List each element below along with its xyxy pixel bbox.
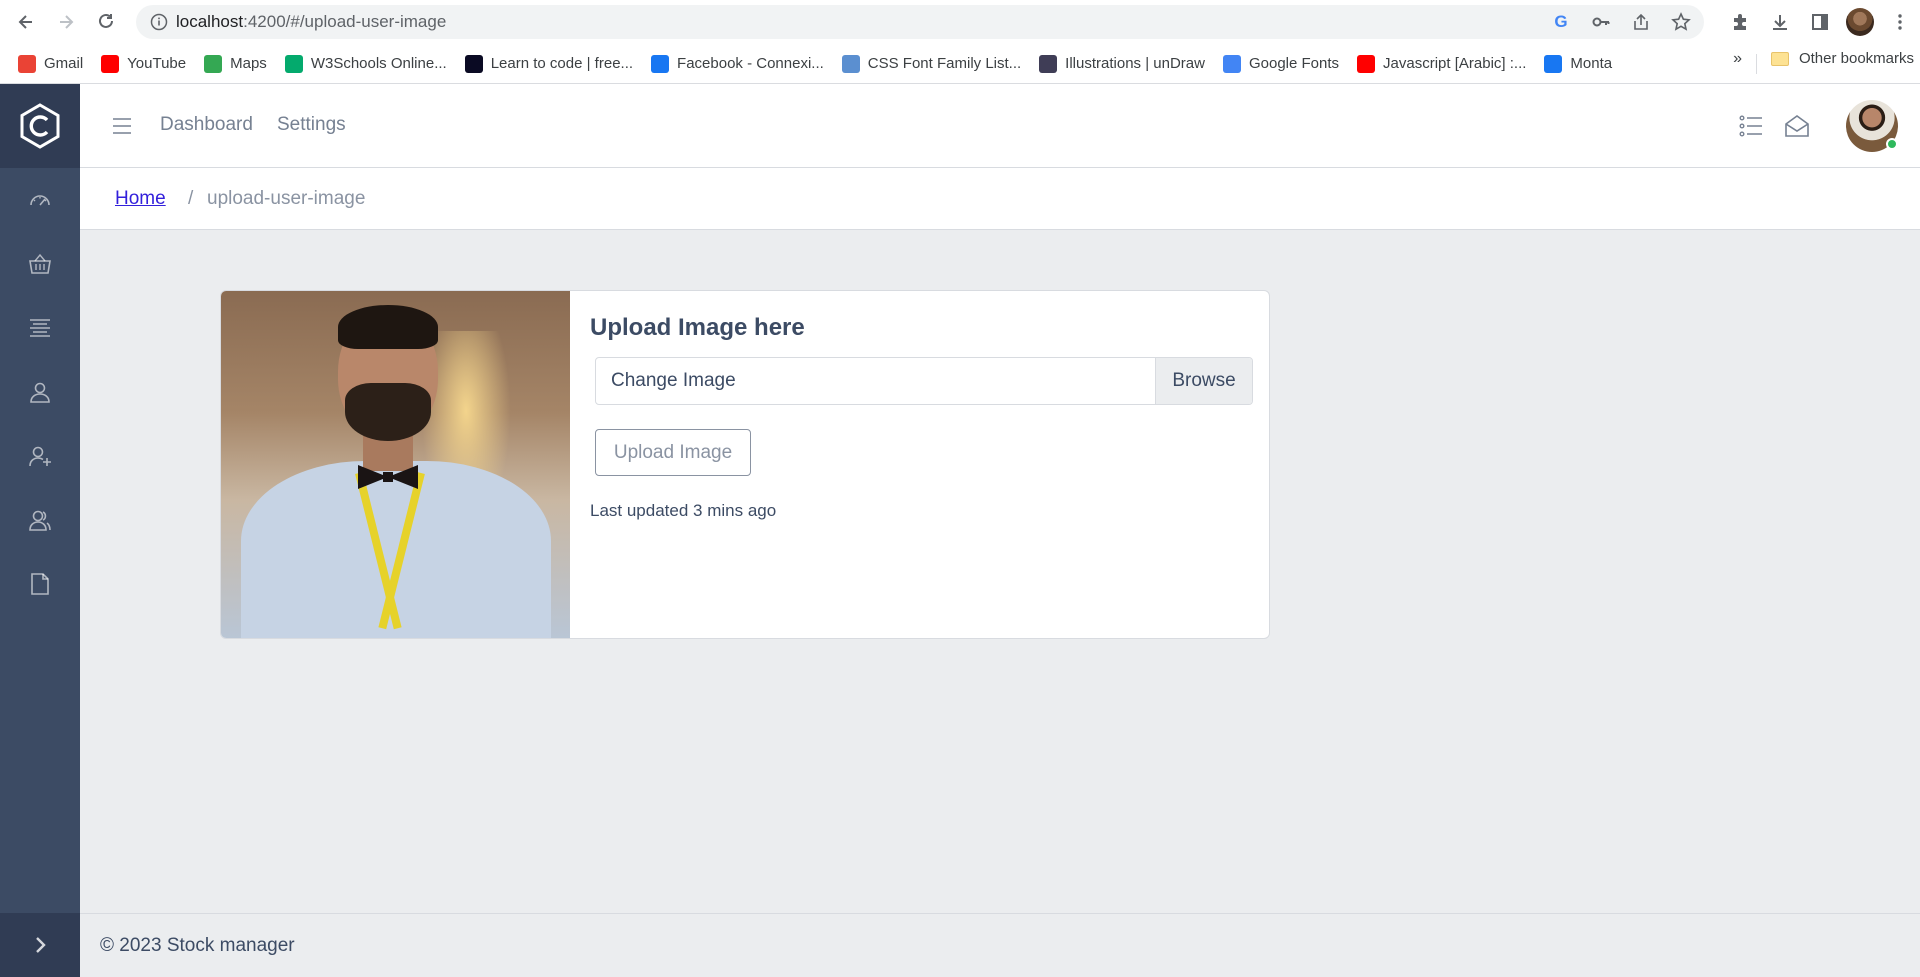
profile-avatar[interactable]: [1840, 2, 1880, 42]
list-icon[interactable]: [1728, 103, 1774, 149]
breadcrumb-home[interactable]: Home: [115, 188, 166, 210]
bookmark-item[interactable]: YouTube: [95, 50, 192, 78]
chevron-right-icon: [36, 937, 46, 953]
undraw-icon: [1039, 54, 1058, 73]
breadcrumb-separator: /: [188, 188, 194, 209]
gmail-icon: [18, 54, 36, 73]
bookmark-item[interactable]: Javascript [Arabic] :...: [1351, 50, 1532, 78]
bookmarks-divider: [1756, 54, 1757, 74]
nav-dashboard[interactable]: Dashboard: [160, 114, 253, 136]
bookmark-label: Maps: [230, 55, 267, 72]
envelope-open-icon[interactable]: [1774, 103, 1820, 149]
user-avatar[interactable]: [1846, 100, 1898, 152]
address-bar[interactable]: localhost:4200/#/upload-user-image G: [136, 5, 1704, 39]
facebook-icon: [651, 54, 670, 73]
share-icon[interactable]: [1624, 5, 1658, 39]
bookmark-label: Monta: [1570, 55, 1613, 72]
bookmark-label: Learn to code | free...: [490, 55, 634, 72]
back-icon[interactable]: [6, 2, 46, 42]
bookmark-label: Illustrations | unDraw: [1065, 55, 1205, 72]
bookmarks-overflow-button[interactable]: »: [1733, 50, 1742, 68]
bookmark-label: W3Schools Online...: [310, 55, 447, 72]
star-icon[interactable]: [1664, 5, 1698, 39]
bookmark-label: Google Fonts: [1248, 55, 1340, 72]
forward-icon[interactable]: [46, 2, 86, 42]
file-icon[interactable]: [0, 552, 80, 616]
last-updated-text: Last updated 3 mins ago: [590, 501, 777, 520]
upload-image-button[interactable]: Upload Image: [595, 429, 751, 476]
people-icon[interactable]: [0, 488, 80, 552]
youtube-icon: [101, 54, 120, 73]
key-icon[interactable]: [1584, 5, 1618, 39]
reload-icon[interactable]: [86, 2, 126, 42]
hamburger-icon[interactable]: [110, 114, 134, 138]
download-icon[interactable]: [1760, 2, 1800, 42]
bookmark-item[interactable]: Learn to code | free...: [459, 50, 639, 78]
google-fonts-icon: [1222, 54, 1241, 73]
youtube-icon: [1357, 54, 1376, 73]
bookmark-item[interactable]: Maps: [198, 50, 273, 78]
google-icon[interactable]: G: [1544, 5, 1578, 39]
url-host: localhost: [176, 12, 244, 31]
url-path: :4200/#/upload-user-image: [243, 12, 447, 31]
bookmark-label: Gmail: [44, 55, 84, 72]
other-bookmarks[interactable]: Other bookmarks: [1770, 50, 1914, 67]
bookmark-item[interactable]: CSS Font Family List...: [836, 50, 1027, 78]
footer: © 2023 Stock manager: [80, 913, 1920, 977]
bookmark-label: YouTube: [127, 55, 187, 72]
url-text: localhost:4200/#/upload-user-image: [176, 12, 446, 32]
bookmark-item[interactable]: Illustrations | unDraw: [1033, 50, 1211, 78]
folder-icon: [1770, 51, 1789, 66]
basket-icon[interactable]: [0, 232, 80, 296]
file-input-label[interactable]: Change Image: [596, 358, 1155, 404]
bookmark-label: CSS Font Family List...: [867, 55, 1022, 72]
menu-dots-icon[interactable]: [1880, 2, 1920, 42]
browser-toolbar: localhost:4200/#/upload-user-image G: [0, 0, 1920, 44]
card-title: Upload Image here: [590, 314, 805, 341]
online-status-dot: [1886, 138, 1898, 150]
maps-icon: [204, 54, 223, 73]
speedometer-icon[interactable]: [0, 168, 80, 232]
app: Dashboard Settings Home / upload-user-im…: [0, 84, 1920, 977]
bookmark-label: Facebook - Connexi...: [677, 55, 824, 72]
extensions-icon[interactable]: [1720, 2, 1760, 42]
other-bookmarks-label: Other bookmarks: [1798, 50, 1914, 67]
bookmarks-bar: Gmail YouTube Maps W3Schools Online... Learn…: [0, 44, 1920, 84]
bookmark-item[interactable]: Gmail: [12, 50, 89, 78]
bookmark-item[interactable]: W3Schools Online...: [279, 50, 453, 78]
bookmark-item[interactable]: Google Fonts: [1217, 50, 1345, 78]
w3schools-icon: [284, 54, 303, 73]
freecodecamp-icon: [464, 54, 483, 73]
card-body: Upload Image here Change Image Browse Up…: [570, 291, 1269, 638]
upload-card: Upload Image here Change Image Browse Up…: [220, 290, 1270, 639]
browse-button[interactable]: Browse: [1155, 358, 1252, 404]
header: Dashboard Settings: [80, 84, 1920, 168]
side-panel-icon[interactable]: [1800, 2, 1840, 42]
site-info-icon[interactable]: [142, 5, 176, 39]
css-font-icon: [841, 54, 860, 73]
breadcrumb-current: upload-user-image: [207, 188, 366, 209]
user-icon[interactable]: [0, 360, 80, 424]
file-input[interactable]: Change Image Browse: [595, 357, 1253, 405]
user-photo: [221, 291, 570, 638]
bookmark-item[interactable]: Facebook - Connexi...: [645, 50, 830, 78]
bookmark-item[interactable]: Monta: [1538, 50, 1618, 78]
bookmark-label: Javascript [Arabic] :...: [1383, 55, 1527, 72]
sidebar-toggle[interactable]: [0, 913, 80, 977]
facebook-icon: [1544, 54, 1563, 73]
breadcrumb: Home / upload-user-image: [80, 168, 1920, 230]
brand-logo[interactable]: [0, 84, 80, 168]
align-center-icon[interactable]: [0, 296, 80, 360]
sidebar: [0, 84, 80, 977]
nav-settings[interactable]: Settings: [277, 114, 346, 136]
user-plus-icon[interactable]: [0, 424, 80, 488]
